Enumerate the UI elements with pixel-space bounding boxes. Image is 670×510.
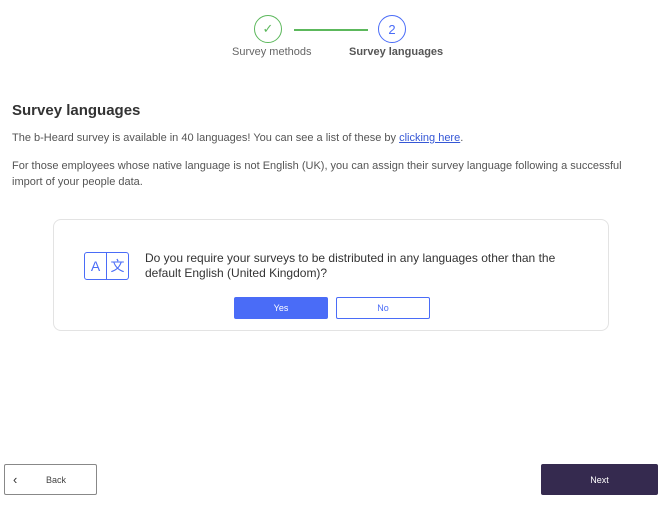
chevron-left-icon: ‹ [13, 472, 18, 487]
step-1-label: Survey methods [232, 46, 312, 58]
no-button[interactable]: No [336, 297, 430, 319]
language-question-text: Do you require your surveys to be distri… [145, 251, 556, 280]
check-icon: ✓ [262, 21, 274, 36]
next-button[interactable]: Next [541, 464, 658, 495]
languages-list-link[interactable]: clicking here [399, 132, 460, 144]
step-2-number: 2 [388, 21, 396, 37]
translate-icon-latin: A [85, 253, 107, 279]
native-language-info-text: For those employees whose native languag… [12, 160, 622, 188]
languages-intro-text: The b-Heard survey is available in 40 la… [12, 132, 463, 144]
back-button-label: Back [46, 475, 67, 485]
step-connector-line [294, 29, 368, 31]
step-2-label: Survey languages [349, 46, 444, 58]
step-2-current-circle: 2 [378, 15, 406, 43]
page-title: Survey languages [12, 102, 141, 119]
step-1-complete-circle: ✓ [254, 15, 282, 43]
language-question-card: A 文 Do you require your surveys to be di… [53, 219, 609, 331]
progress-stepper: ✓ 2 Survey methods Survey languages [0, 0, 670, 70]
yes-button[interactable]: Yes [234, 297, 328, 319]
languages-intro-end: . [460, 132, 464, 144]
translate-icon: A 文 [84, 252, 129, 280]
languages-intro-sentence: The b-Heard survey is available in 40 la… [12, 132, 400, 144]
translate-icon-cjk: 文 [110, 258, 125, 274]
back-button[interactable]: ‹ Back [4, 464, 97, 495]
